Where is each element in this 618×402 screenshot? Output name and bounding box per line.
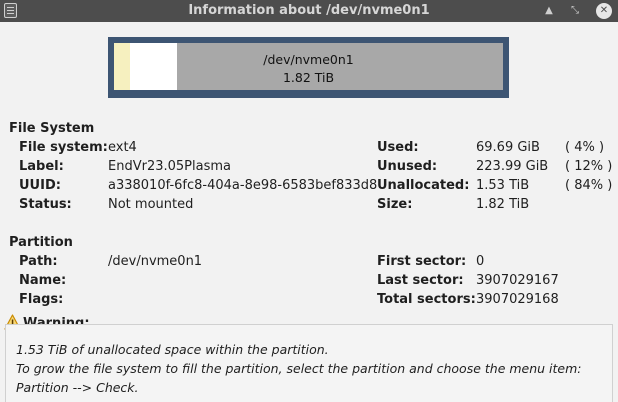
used-percent: ( 4% )	[565, 140, 605, 155]
unused-label: Unused:	[377, 159, 438, 174]
partition-usage-graphic: /dev/nvme0n1 1.82 TiB	[108, 37, 509, 98]
maximize-icon[interactable]: ⤡	[567, 3, 583, 19]
total-sectors-label: Total sectors:	[377, 292, 476, 307]
used-value: 69.69 GiB	[476, 140, 540, 155]
status-value: Not mounted	[108, 197, 194, 212]
first-sector-label: First sector:	[377, 254, 467, 269]
unallocated-label: Unallocated:	[377, 178, 470, 193]
filesystem-value: ext4	[108, 140, 137, 155]
flags-label: Flags:	[19, 292, 64, 307]
uuid-label: UUID:	[19, 178, 61, 193]
unallocated-percent: ( 84% )	[565, 178, 613, 193]
size-value: 1.82 TiB	[476, 197, 530, 212]
last-sector-label: Last sector:	[377, 273, 464, 288]
size-label: Size:	[377, 197, 413, 212]
file-system-heading: File System	[9, 121, 95, 136]
warning-line-1: 1.53 TiB of unallocated space within the…	[16, 342, 329, 357]
usage-bar-size: 1.82 TiB	[282, 70, 335, 85]
name-label: Name:	[19, 273, 67, 288]
partition-heading: Partition	[9, 235, 73, 250]
unused-value: 223.99 GiB	[476, 159, 549, 174]
window-title: Information about /dev/nvme0n1	[188, 3, 430, 18]
filesystem-label: File system:	[19, 140, 108, 155]
unallocated-value: 1.53 TiB	[476, 178, 530, 193]
used-label: Used:	[377, 140, 419, 155]
warning-line-3: Partition --> Check.	[16, 380, 139, 395]
usage-bar: /dev/nvme0n1 1.82 TiB	[114, 43, 503, 90]
unused-percent: ( 12% )	[565, 159, 613, 174]
label-value: EndVr23.05Plasma	[108, 159, 231, 174]
last-sector-value: 3907029167	[476, 273, 559, 288]
warning-message-box: 1.53 TiB of unallocated space within the…	[5, 324, 613, 402]
first-sector-value: 0	[476, 254, 485, 269]
usage-bar-device: /dev/nvme0n1	[263, 52, 354, 67]
path-value: /dev/nvme0n1	[108, 254, 203, 269]
uuid-value: a338010f-6fc8-404a-8e98-6583bef833d8	[108, 178, 378, 193]
total-sectors-value: 3907029168	[476, 292, 559, 307]
warning-line-2: To grow the file system to fill the part…	[16, 361, 582, 376]
path-label: Path:	[19, 254, 58, 269]
close-icon[interactable]: ✕	[596, 3, 612, 19]
minimize-icon[interactable]: ▲	[541, 3, 557, 19]
status-label: Status:	[19, 197, 72, 212]
title-bar: Information about /dev/nvme0n1 ▲ ⤡ ✕	[0, 0, 618, 22]
label-label: Label:	[19, 159, 64, 174]
